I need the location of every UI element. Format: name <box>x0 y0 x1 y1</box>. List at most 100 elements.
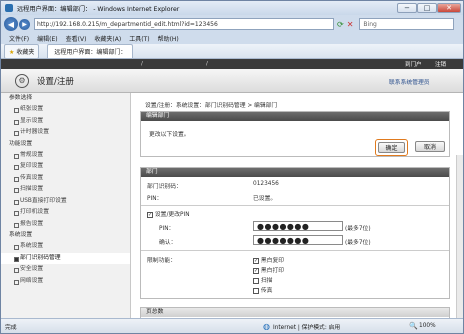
zoom-level[interactable]: 100% <box>419 323 436 329</box>
main-panel: 设置/注册：系统设置：部门识别码管理 > 编辑部门 编辑部门 更改以下设置。 确… <box>132 93 463 318</box>
ie-icon <box>5 4 13 12</box>
back-icon[interactable]: ◀ <box>4 17 18 31</box>
page-content: / / 到门户 注销 ⚙ 设置/注册 联系系统管理员 参数选择 纸张设置 显示设… <box>1 59 463 318</box>
window-title: 远程用户界面：编辑部门： - Windows Internet Explorer <box>17 5 180 13</box>
close-button[interactable]: ✕ <box>437 3 461 13</box>
set-pin-label: 设置/更改PIN <box>154 212 190 218</box>
sidebar-item-system[interactable]: 系统设置 <box>1 241 130 253</box>
favorites-label: 收藏夹 <box>16 48 35 56</box>
fax-checkbox[interactable] <box>253 287 259 294</box>
contact-admin-link[interactable]: 联系系统管理员 <box>389 77 430 86</box>
zone-text: Internet | 保护模式: 启用 <box>273 324 341 331</box>
ok-button-highlight: 确定 <box>375 139 408 156</box>
set-pin-checkbox[interactable]: ✓ <box>147 211 153 218</box>
minimize-button[interactable]: − <box>397 3 417 13</box>
sidebar-group-system: 系统设置 <box>9 232 33 238</box>
restrict-scan-row: 扫描 <box>253 275 272 284</box>
favorites-bar: ★ 收藏夹 远程用户界面：编辑部门： <box>1 43 463 59</box>
sidebar-item-common[interactable]: 常规设置 <box>1 150 130 162</box>
vertical-scrollbar[interactable] <box>456 155 463 318</box>
address-input[interactable]: http://192.168.0.215/m_departmentid_edit… <box>34 18 334 30</box>
pin-status-label: PIN： <box>147 196 163 202</box>
bw-print-label: 黑白打印 <box>260 268 285 274</box>
browser-window: 远程用户界面：编辑部门： - Windows Internet Explorer… <box>0 0 464 334</box>
menu-bar: 文件(F) 编辑(E) 查看(V) 收藏夹(A) 工具(T) 帮助(H) <box>1 33 463 44</box>
set-pin-checkbox-row: ✓ 设置/更改PIN <box>147 209 190 218</box>
zoom-icon[interactable]: 🔍 <box>409 322 418 330</box>
cancel-button[interactable]: 取消 <box>415 141 445 152</box>
confirm-pin-input[interactable]: ●●●●●●● <box>253 235 343 245</box>
address-bar-row: ◀ ▶ http://192.168.0.215/m_departmentid_… <box>1 15 463 33</box>
to-portal-link[interactable]: 到门户 <box>405 60 422 68</box>
sidebar-item-copy[interactable]: 复印设置 <box>1 161 130 173</box>
bw-copy-label: 黑白复印 <box>260 258 285 264</box>
restrict-bw-copy-row: ✓ 黑白复印 <box>253 255 284 264</box>
sidebar-item-paper[interactable]: 纸张设置 <box>1 104 130 116</box>
logout-link[interactable]: 注销 <box>435 60 446 68</box>
page-totals-section: 页总数 <box>140 307 450 318</box>
favorites-button[interactable]: ★ 收藏夹 <box>4 43 40 59</box>
sidebar-item-display[interactable]: 显示设置 <box>1 116 130 128</box>
device-top-bar: / / 到门户 注销 <box>1 59 463 69</box>
pin-input[interactable]: ●●●●●●● <box>253 221 343 231</box>
sidebar-item-usb-print[interactable]: USB直接打印设置 <box>1 196 130 208</box>
ok-button[interactable]: 确定 <box>378 142 405 153</box>
menu-file[interactable]: 文件(F) <box>9 34 29 43</box>
edit-prompt: 更改以下设置。 <box>149 132 190 138</box>
department-section: 部门 部门识别码： 0123456 PIN： 已设置。 ✓ 设置/更改PIN P… <box>140 167 450 299</box>
divider <box>141 250 449 251</box>
confirm-label: 确认： <box>159 240 177 246</box>
bw-print-checkbox[interactable]: ✓ <box>253 267 259 274</box>
sidebar-item-timer[interactable]: 计时器设置 <box>1 127 130 139</box>
top-bar-separator-2: / <box>206 61 208 67</box>
page-totals-header: 页总数 <box>141 308 449 317</box>
sidebar-group-function: 功能设置 <box>9 140 33 147</box>
maximize-button[interactable]: □ <box>417 3 437 13</box>
sidebar-item-scan[interactable]: 扫描设置 <box>1 184 130 196</box>
search-placeholder: Bing <box>363 20 377 28</box>
menu-edit[interactable]: 编辑(E) <box>37 34 57 43</box>
browser-tab[interactable]: 远程用户界面：编辑部门： <box>47 44 134 58</box>
scan-label: 扫描 <box>260 278 273 284</box>
sidebar-item-fax[interactable]: 传真设置 <box>1 173 130 185</box>
edit-department-header: 编辑部门 <box>141 112 449 121</box>
status-text: 完成 <box>5 324 17 331</box>
stop-icon[interactable]: ✕ <box>347 20 354 29</box>
divider <box>141 205 449 206</box>
bw-copy-checkbox[interactable]: ✓ <box>253 257 259 264</box>
menu-tools[interactable]: 工具(T) <box>129 34 149 43</box>
tab-label: 远程用户界面：编辑部门： <box>54 49 127 56</box>
scan-checkbox[interactable] <box>253 277 259 284</box>
page-title: 设置/注册 <box>37 76 74 87</box>
forward-icon[interactable]: ▶ <box>19 18 30 30</box>
restrict-bw-print-row: ✓ 黑白打印 <box>253 265 284 274</box>
page-header: ⚙ 设置/注册 联系系统管理员 <box>1 69 463 93</box>
department-id-value: 0123456 <box>253 181 279 187</box>
department-header: 部门 <box>141 168 449 177</box>
menu-view[interactable]: 查看(V) <box>66 34 87 43</box>
status-bar: 完成 ◍ Internet | 保护模式: 启用 🔍 100% <box>1 318 463 333</box>
refresh-icon[interactable]: ⟳ <box>337 20 344 29</box>
star-icon: ★ <box>9 48 15 56</box>
sidebar-item-network[interactable]: 网络设置 <box>1 276 130 288</box>
sidebar-item-security[interactable]: 安全设置 <box>1 264 130 276</box>
sidebar-item-printer[interactable]: 打印机设置 <box>1 207 130 219</box>
breadcrumb: 设置/注册：系统设置：部门识别码管理 > 编辑部门 <box>145 103 278 109</box>
top-bar-separator-1: / <box>141 61 143 67</box>
menu-help[interactable]: 帮助(H) <box>158 34 179 43</box>
settings-logo-icon: ⚙ <box>15 73 29 88</box>
menu-favorites[interactable]: 收藏夹(A) <box>94 34 121 43</box>
pin-status-value: 已设置。 <box>253 196 277 202</box>
restrict-functions-label: 限制功能： <box>147 258 176 264</box>
sidebar-group-preferences: 参数选择 <box>9 95 33 101</box>
sidebar: 参数选择 纸张设置 显示设置 计时器设置 功能设置 常规设置 复印设置 传真设置… <box>1 93 131 318</box>
sidebar-item-department-id[interactable]: 部门识别码管理 <box>1 252 130 264</box>
restrict-fax-row: 传真 <box>253 285 272 294</box>
department-id-label: 部门识别码： <box>147 184 182 190</box>
title-bar: 远程用户界面：编辑部门： - Windows Internet Explorer… <box>1 1 463 15</box>
sidebar-item-report[interactable]: 报告设置 <box>1 219 130 231</box>
pin-label: PIN： <box>159 226 175 232</box>
confirm-max-hint: (最多7位) <box>345 240 371 246</box>
globe-icon: ◍ <box>263 321 270 331</box>
search-input[interactable]: Bing <box>359 18 455 30</box>
